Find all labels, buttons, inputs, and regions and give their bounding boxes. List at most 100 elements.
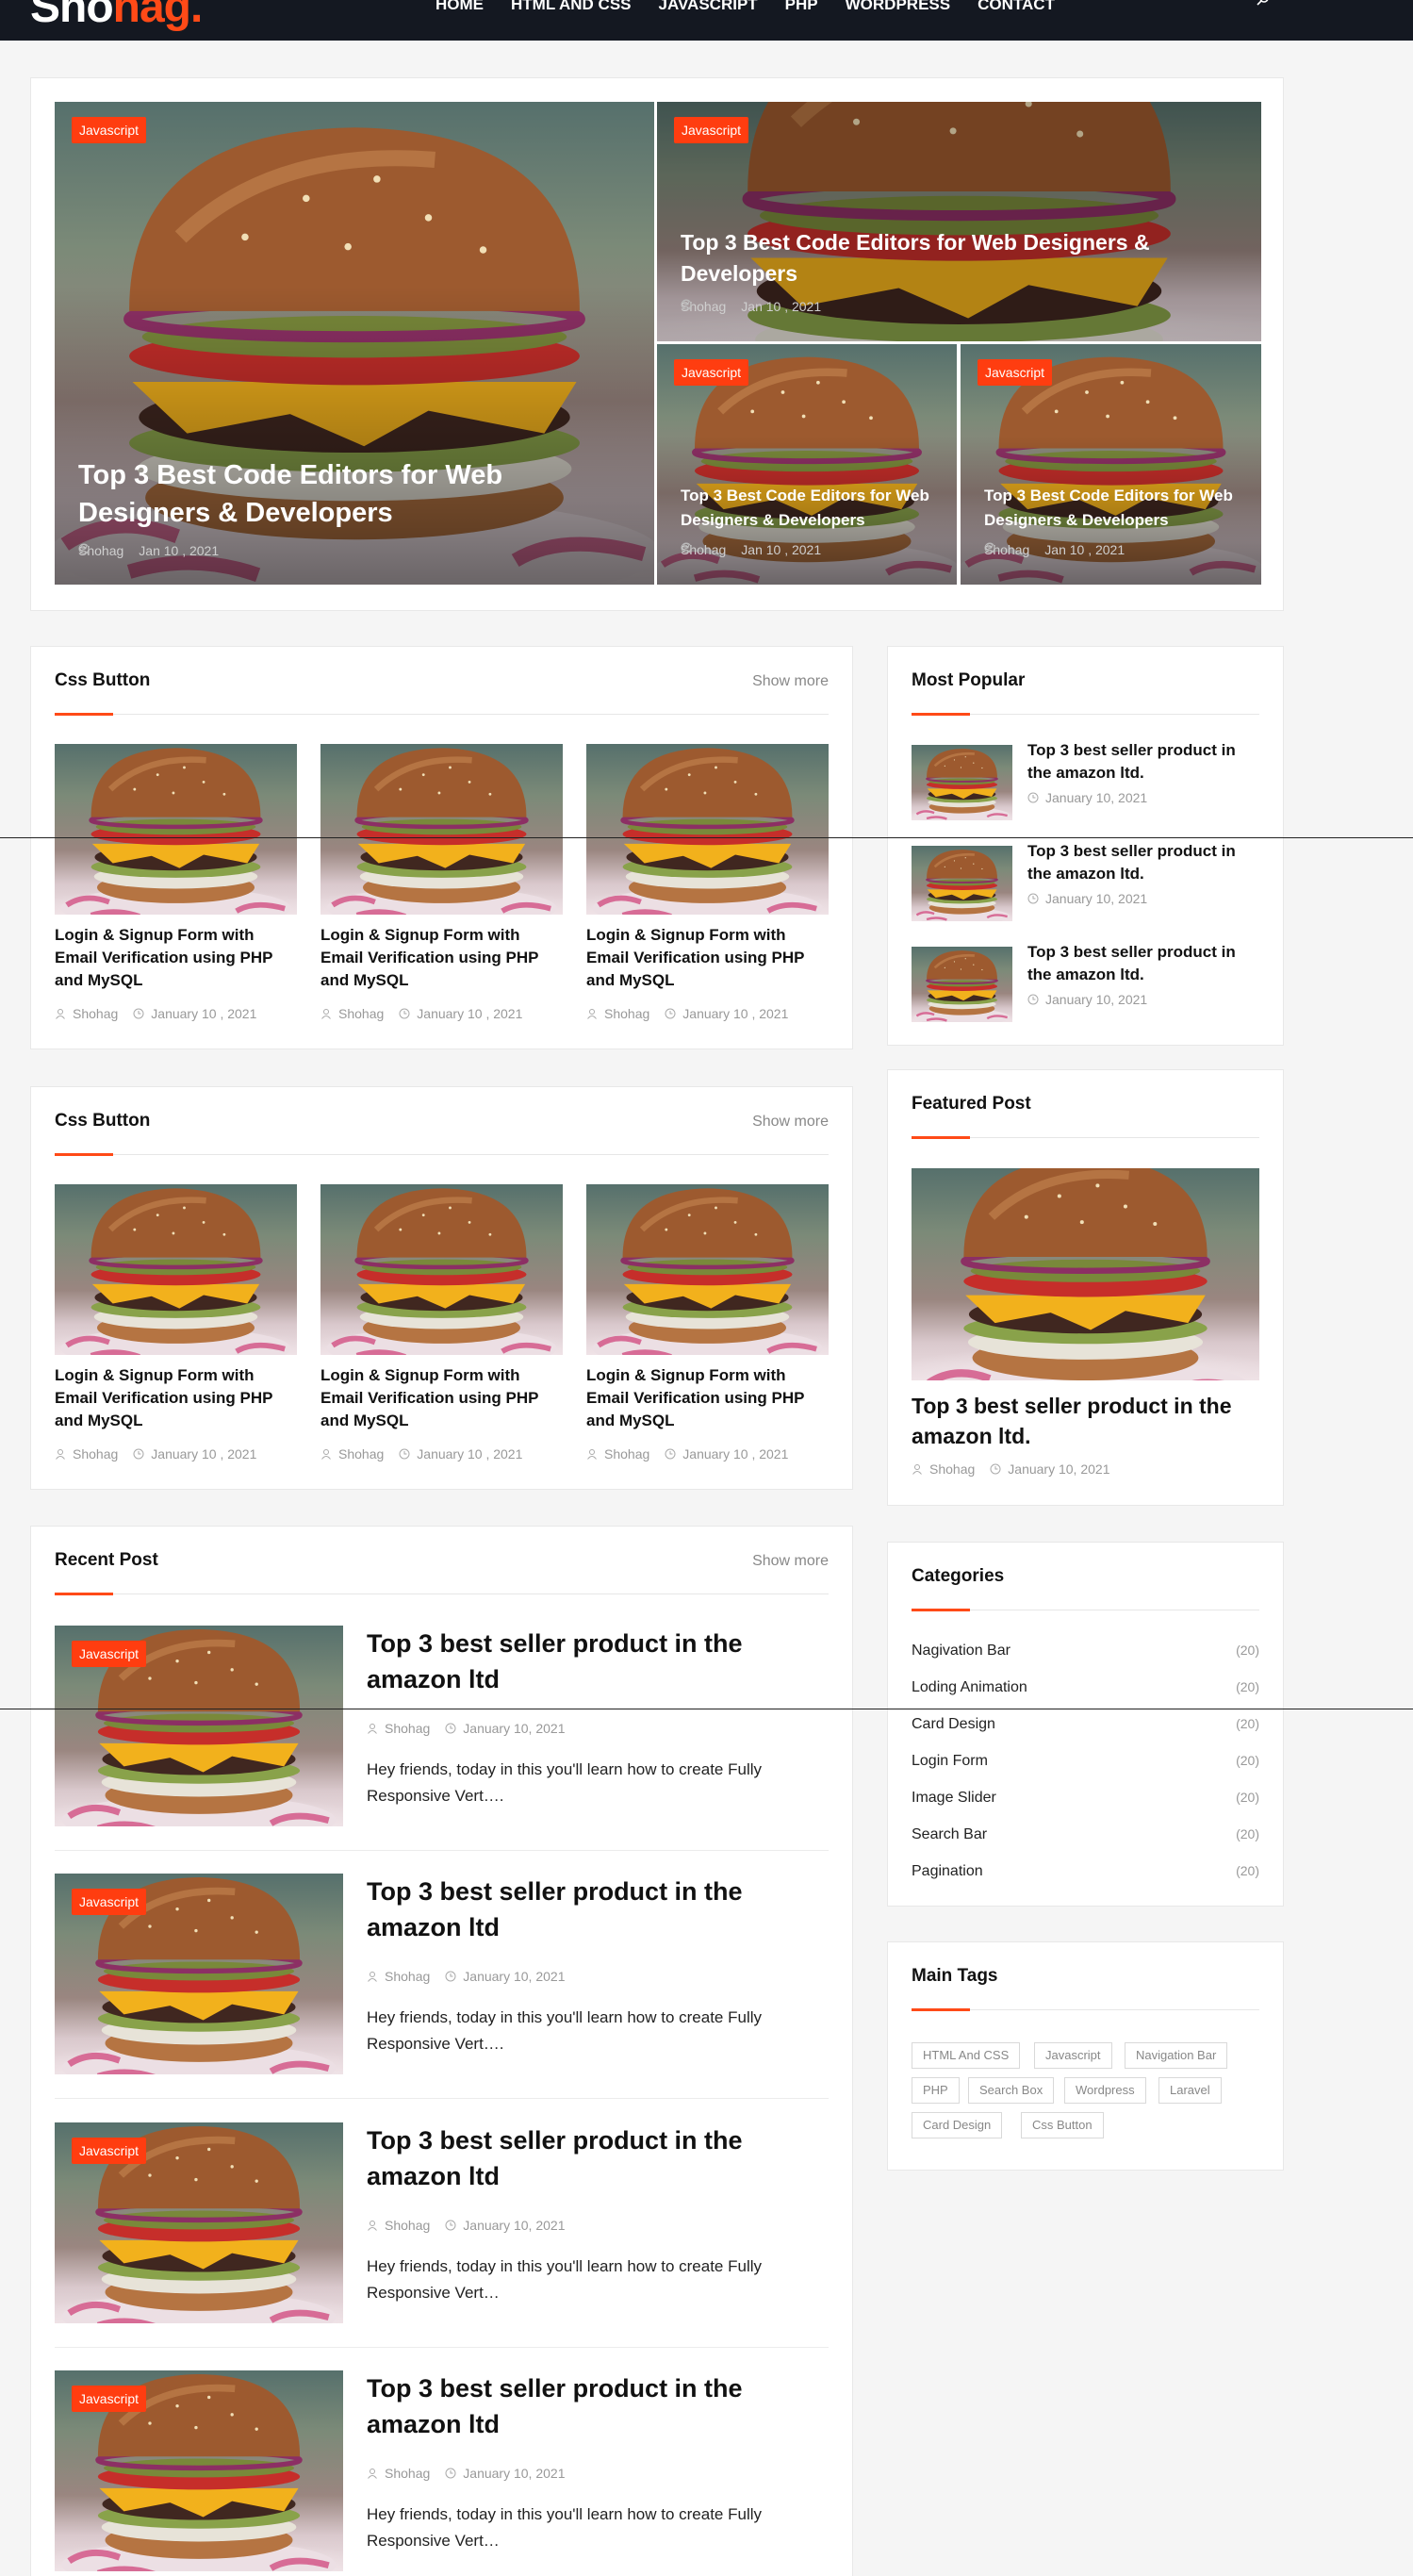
post-author: Shohag [385, 2466, 431, 2481]
popular-thumbnail[interactable] [912, 947, 1012, 1022]
popular-thumbnail[interactable] [912, 846, 1012, 921]
post-author: Shohag [73, 1006, 119, 1021]
post-title[interactable]: Login & Signup Form with Email Verificat… [320, 924, 563, 992]
post-title[interactable]: Login & Signup Form with Email Verificat… [320, 1364, 563, 1432]
post-title[interactable]: Login & Signup Form with Email Verificat… [55, 1364, 297, 1432]
category-item[interactable]: Search Bar (20) [912, 1826, 1259, 1847]
post-date: January 10, 2021 [1008, 1461, 1110, 1477]
category-count: (20) [1236, 1716, 1259, 1731]
post-thumbnail[interactable] [55, 1184, 297, 1355]
post-date: January 10, 2021 [463, 1721, 566, 1736]
post-thumbnail[interactable] [320, 744, 563, 915]
site-logo[interactable]: Shohag. [30, 0, 203, 36]
post-title[interactable]: Login & Signup Form with Email Verificat… [55, 924, 297, 992]
post-title[interactable]: Top 3 best seller product in the amazon … [367, 1626, 781, 1697]
hero-small-post[interactable]: Javascript Top 3 Best Code Editors for W… [961, 344, 1261, 585]
post-date: January 10 , 2021 [151, 1006, 257, 1021]
tag-search-box[interactable]: Search Box [968, 2077, 1055, 2104]
category-item[interactable]: Loding Animation (20) [912, 1679, 1259, 1700]
popular-post-title[interactable]: Top 3 best seller product in the amazon … [1027, 739, 1244, 784]
post-date: Jan 10 , 2021 [741, 299, 822, 314]
category-badge[interactable]: Javascript [72, 117, 147, 143]
post-meta: Shohag January 10, 2021 [367, 2466, 565, 2481]
hero-small-title[interactable]: Top 3 Best Code Editors for Web Designer… [984, 484, 1257, 533]
nav-wordpress[interactable]: WORDPRESS [846, 0, 950, 12]
popular-post-title[interactable]: Top 3 best seller product in the amazon … [1027, 941, 1244, 986]
post-thumbnail[interactable] [55, 744, 297, 915]
clock-icon [445, 1971, 456, 1982]
tag-card-design[interactable]: Card Design [912, 2112, 1003, 2138]
divider-line [0, 837, 1413, 838]
hero-small-title[interactable]: Top 3 Best Code Editors for Web Designer… [681, 484, 954, 533]
post-title[interactable]: Top 3 best seller product in the amazon … [367, 2122, 781, 2194]
post-title[interactable]: Top 3 best seller product in the amazon … [367, 2370, 781, 2442]
post-excerpt: Hey friends, today in this you'll learn … [367, 2008, 762, 2053]
post-thumbnail[interactable] [586, 1184, 829, 1355]
clock-icon [399, 1008, 410, 1019]
show-more-link[interactable]: Show more [752, 1114, 829, 1131]
hero-side-post[interactable]: Javascript Top 3 Best Code Editors for W… [657, 102, 1261, 341]
featured-thumbnail[interactable] [912, 1168, 1259, 1380]
tag-html-css[interactable]: HTML And CSS [912, 2042, 1021, 2069]
user-icon [368, 2221, 377, 2231]
tag-css-button[interactable]: Css Button [1021, 2112, 1104, 2138]
post-thumbnail[interactable]: Javascript [55, 1626, 343, 1826]
post-thumbnail[interactable]: Javascript [55, 2370, 343, 2571]
categories-widget: Categories Nagivation Bar (20) Loding Ani… [887, 1542, 1284, 1907]
category-item[interactable]: Card Design (20) [912, 1716, 1259, 1737]
post-date: January 10, 2021 [463, 2218, 566, 2233]
tag-laravel[interactable]: Laravel [1158, 2077, 1222, 2104]
post-author: Shohag [385, 2218, 431, 2233]
post-title[interactable]: Login & Signup Form with Email Verificat… [586, 1364, 829, 1432]
category-badge[interactable]: Javascript [978, 359, 1053, 386]
post-date: January 10, 2021 [1045, 891, 1148, 906]
tag-navigation-bar[interactable]: Navigation Bar [1125, 2042, 1228, 2069]
category-count: (20) [1236, 1790, 1259, 1805]
clock-icon [1027, 893, 1039, 904]
search-button[interactable] [1254, 0, 1273, 9]
category-badge[interactable]: Javascript [72, 2386, 147, 2412]
post-title[interactable]: Top 3 best seller product in the amazon … [367, 1874, 781, 1945]
category-badge[interactable]: Javascript [674, 117, 749, 143]
hero-main-title[interactable]: Top 3 Best Code Editors for Web Designer… [78, 456, 568, 532]
post-date: Jan 10 , 2021 [741, 542, 822, 557]
category-badge[interactable]: Javascript [674, 359, 749, 386]
popular-thumbnail[interactable] [912, 745, 1012, 820]
show-more-link[interactable]: Show more [752, 1553, 829, 1570]
hero-side-title[interactable]: Top 3 Best Code Editors for Web Designer… [681, 227, 1208, 289]
show-more-link[interactable]: Show more [752, 673, 829, 690]
widget-title: Main Tags [912, 1966, 998, 1986]
post-thumbnail[interactable] [320, 1184, 563, 1355]
tag-php[interactable]: PHP [912, 2077, 960, 2104]
clock-icon [133, 1008, 144, 1019]
post-title[interactable]: Login & Signup Form with Email Verificat… [586, 924, 829, 992]
post-meta: Shohag January 10 , 2021 [586, 1446, 788, 1461]
post-thumbnail[interactable]: Javascript [55, 1874, 343, 2074]
hero-main-post[interactable]: Javascript Top 3 Best Code Editors for W… [55, 102, 654, 585]
category-item[interactable]: Pagination (20) [912, 1863, 1259, 1884]
nav-home[interactable]: HOME [435, 0, 484, 12]
post-thumbnail[interactable]: Javascript [55, 2122, 343, 2323]
user-icon [587, 1009, 597, 1019]
post-thumbnail[interactable] [586, 744, 829, 915]
category-item[interactable]: Image Slider (20) [912, 1790, 1259, 1810]
nav-javascript[interactable]: JAVASCRIPT [659, 0, 758, 12]
widget-title: Most Popular [912, 670, 1026, 690]
nav-contact[interactable]: CONTACT [978, 0, 1055, 12]
nav-php[interactable]: PHP [785, 0, 818, 12]
tag-javascript[interactable]: Javascript [1034, 2042, 1112, 2069]
hero-small-post[interactable]: Javascript Top 3 Best Code Editors for W… [657, 344, 957, 585]
clock-icon [681, 542, 692, 553]
category-count: (20) [1236, 1753, 1259, 1768]
category-item[interactable]: Nagivation Bar (20) [912, 1643, 1259, 1663]
featured-post-title[interactable]: Top 3 best seller product in the amazon … [912, 1391, 1251, 1451]
popular-post-title[interactable]: Top 3 best seller product in the amazon … [1027, 840, 1244, 885]
recent-post-section: Recent Post Show more Javascript Top 3 b… [30, 1526, 853, 2576]
category-item[interactable]: Login Form (20) [912, 1753, 1259, 1774]
category-badge[interactable]: Javascript [72, 1641, 147, 1667]
tag-wordpress[interactable]: Wordpress [1064, 2077, 1146, 2104]
featured-post-widget: Featured Post Top 3 best seller product … [887, 1069, 1284, 1506]
category-badge[interactable]: Javascript [72, 1889, 147, 1915]
category-badge[interactable]: Javascript [72, 2138, 147, 2164]
nav-html-css[interactable]: HTML AND CSS [511, 0, 632, 12]
